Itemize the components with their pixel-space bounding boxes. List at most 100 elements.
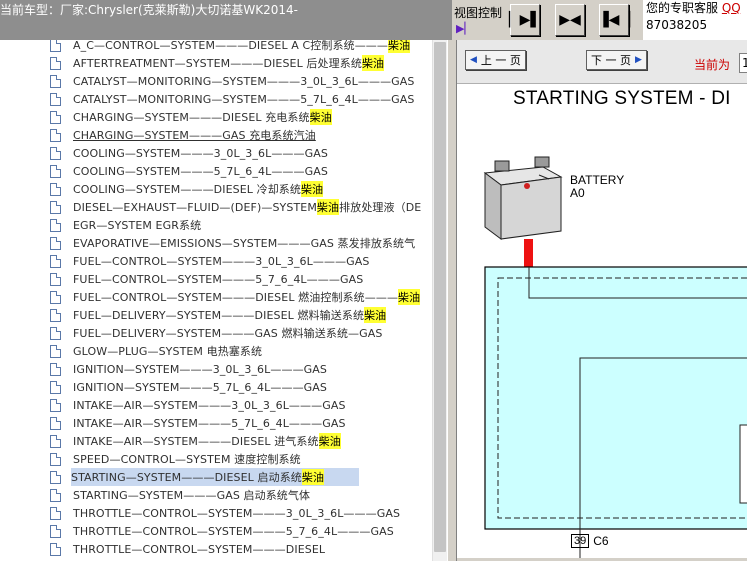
tree-item[interactable]: COOLING—SYSTEM———DIESEL 冷却系统 柴油	[50, 180, 432, 198]
tree-item[interactable]: EGR—SYSTEM EGR系统	[50, 216, 432, 234]
document-icon	[50, 290, 61, 304]
arrow-right-icon: ▶	[635, 55, 642, 65]
prev-page-label: 上 一 页	[480, 54, 521, 67]
connector-id: C6	[593, 534, 609, 548]
control-module-outline	[484, 266, 747, 530]
service-number: 87038205	[646, 18, 708, 32]
battery-icon	[483, 156, 563, 240]
fit-right-button[interactable]: ▏▶▌	[508, 4, 542, 36]
tree-item[interactable]: FUEL—CONTROL—SYSTEM———5_7_6_4L———GAS	[50, 270, 432, 288]
tree-item[interactable]: A_C—CONTROL—SYSTEM———DIESEL A C控制系统——— 柴油	[50, 40, 432, 54]
tree-item-label: GLOW—PLUG—SYSTEM 电热塞系统	[73, 345, 263, 358]
tree-item-label: IGNITION—SYSTEM———3_0L_3_6L———GAS	[73, 362, 328, 376]
document-icon	[50, 128, 61, 142]
document-icon	[50, 92, 61, 106]
system-tree: A_C—CONTROL—SYSTEM———DIESEL A C控制系统——— 柴油…	[0, 40, 432, 561]
battery-positive-wire	[524, 239, 533, 267]
tree-item[interactable]: INTAKE—AIR—SYSTEM———DIESEL 进气系统 柴油	[50, 432, 432, 450]
tree-item-highlight: 柴油	[388, 40, 411, 53]
view-control-label: 视图控制	[454, 6, 503, 20]
top-bar: 当前车型：厂家:Chrysler(克莱斯勒)大切诺基WK2014- 视图控制 ▶…	[0, 0, 747, 40]
tree-item-label-tail: 排放处理液（DE	[339, 201, 422, 214]
page-nav-bar: ◀ 上 一 页 下 一 页 ▶ 当前为 1	[457, 40, 747, 84]
tree-item[interactable]: EVAPORATIVE—EMISSIONS—SYSTEM———GAS 蒸发排放系…	[50, 234, 432, 252]
tree-item[interactable]: GLOW—PLUG—SYSTEM 电热塞系统	[50, 342, 432, 360]
tree-item[interactable]: CHARGING—SYSTEM———GAS 充电系统汽油	[50, 126, 432, 144]
tree-item-highlight: 柴油	[301, 181, 324, 197]
tree-item[interactable]: STARTING—SYSTEM———GAS 启动系统气体	[50, 486, 432, 504]
document-icon	[50, 380, 61, 394]
panel-splitter[interactable]	[447, 40, 457, 561]
document-icon	[50, 56, 61, 70]
document-icon	[50, 272, 61, 286]
arrow-left-icon: ◀	[470, 55, 477, 65]
tree-item[interactable]: CATALYST—MONITORING—SYSTEM———5_7L_6_4L——…	[50, 90, 432, 108]
tree-item-label: FUEL—CONTROL—SYSTEM———3_0L_3_6L———GAS	[73, 254, 370, 268]
tree-item[interactable]: THROTTLE—CONTROL—SYSTEM———3_0L_3_6L———GA…	[50, 504, 432, 522]
tree-item[interactable]: FUEL—DELIVERY—SYSTEM———GAS 燃料输送系统—GAS	[50, 324, 432, 342]
tree-item[interactable]: THROTTLE—CONTROL—SYSTEM———DIESEL	[50, 540, 432, 558]
tree-scrollbar-thumb[interactable]	[434, 42, 446, 552]
next-page-button[interactable]: 下 一 页 ▶	[586, 50, 647, 70]
tree-item[interactable]: INTAKE—AIR—SYSTEM———3_0L_3_6L———GAS	[50, 396, 432, 414]
tree-item-label: THROTTLE—CONTROL—SYSTEM———5_7_6_4L———GAS	[73, 524, 394, 538]
diagram-viewer: ◀ 上 一 页 下 一 页 ▶ 当前为 1 STARTING SYSTEM - …	[457, 40, 747, 561]
fit-both-icon: ▶◀	[559, 12, 581, 28]
document-icon	[50, 524, 61, 538]
tree-item-label: INTAKE—AIR—SYSTEM———5_7L_6_4L———GAS	[73, 416, 346, 430]
tree-item[interactable]: FUEL—CONTROL—SYSTEM———3_0L_3_6L———GAS	[50, 252, 432, 270]
tree-item[interactable]: CHARGING—SYSTEM———DIESEL 充电系统 柴油	[50, 108, 432, 126]
document-icon	[50, 200, 61, 214]
tree-item-label: STARTING—SYSTEM———DIESEL 启动系统	[71, 471, 302, 484]
tree-item[interactable]: THROTTLE—CONTROL—SYSTEM———5_7_6_4L———GAS	[50, 522, 432, 540]
tree-item[interactable]: FUEL—DELIVERY—SYSTEM———DIESEL 燃料输送系统 柴油	[50, 306, 432, 324]
tree-item[interactable]: IGNITION—SYSTEM———3_0L_3_6L———GAS	[50, 360, 432, 378]
document-icon	[50, 362, 61, 376]
diagram-title: STARTING SYSTEM - DI	[513, 88, 731, 109]
fit-both-button[interactable]: ▶◀	[555, 4, 585, 36]
tree-item[interactable]: FUEL—CONTROL—SYSTEM———DIESEL 燃油控制系统——— 柴油	[50, 288, 432, 306]
tree-item[interactable]: SPEED—CONTROL—SYSTEM 速度控制系统	[50, 450, 432, 468]
tree-item-highlight: 柴油	[316, 199, 340, 215]
next-page-label: 下 一 页	[591, 54, 631, 67]
view-control: 视图控制 ▶▏	[452, 0, 512, 40]
tree-item-highlight: 柴油	[309, 109, 332, 125]
document-icon	[50, 326, 61, 340]
tree-item[interactable]: CATALYST—MONITORING—SYSTEM———3_0L_3_6L——…	[50, 72, 432, 90]
document-icon	[50, 488, 61, 502]
fit-left-button[interactable]: ▐◀▕	[598, 4, 630, 36]
tree-item[interactable]: STARTING—SYSTEM———DIESEL 启动系统 柴油	[50, 468, 359, 486]
document-icon	[50, 416, 61, 430]
document-icon	[50, 308, 61, 322]
document-icon	[50, 542, 61, 556]
current-page-input[interactable]: 1	[739, 53, 747, 73]
tree-item[interactable]: COOLING—SYSTEM———5_7L_6_4L———GAS	[50, 162, 432, 180]
tree-item[interactable]: IGNITION—SYSTEM———5_7L_6_4L———GAS	[50, 378, 432, 396]
service-qq-link[interactable]: QQ	[722, 1, 741, 15]
tree-item[interactable]: AFTERTREATMENT—SYSTEM———DIESEL 后处理系统 柴油	[50, 54, 432, 72]
document-icon	[50, 146, 61, 160]
tree-scrollbar[interactable]	[432, 40, 447, 561]
tree-item-label: THROTTLE—CONTROL—SYSTEM———DIESEL	[73, 542, 326, 556]
tree-item[interactable]: COOLING—SYSTEM———3_0L_3_6L———GAS	[50, 144, 432, 162]
tree-item-label: FUEL—CONTROL—SYSTEM———5_7_6_4L———GAS	[73, 272, 364, 286]
document-icon	[50, 398, 61, 412]
tree-item-label: INTAKE—AIR—SYSTEM———3_0L_3_6L———GAS	[73, 398, 346, 412]
tree-item[interactable]: DIESEL—EXHAUST—FLUID—(DEF)—SYSTEM 柴油 排放处理…	[50, 198, 432, 216]
fit-right-icon: ▏▶▌	[508, 12, 542, 28]
tree-item-label: COOLING—SYSTEM———DIESEL 冷却系统	[73, 183, 301, 196]
prev-page-button[interactable]: ◀ 上 一 页	[465, 50, 526, 70]
tree-item-highlight: 柴油	[364, 307, 387, 323]
service-label: 您的专职客服	[646, 1, 719, 15]
document-icon	[50, 344, 61, 358]
battery-id: A0	[570, 186, 585, 200]
document-icon	[50, 452, 61, 466]
tree-item[interactable]: INTAKE—AIR—SYSTEM———5_7L_6_4L———GAS	[50, 414, 432, 432]
customer-service: 您的专职客服 QQ 87038205	[643, 0, 747, 40]
document-icon	[50, 218, 61, 232]
current-vehicle-title: 当前车型：厂家:Chrysler(克莱斯勒)大切诺基WK2014-	[0, 0, 452, 40]
tree-item-label: FUEL—DELIVERY—SYSTEM———DIESEL 燃料输送系统	[73, 309, 365, 322]
current-page-label: 当前为	[694, 58, 731, 72]
tree-item-label: THROTTLE—CONTROL—SYSTEM———3_0L_3_6L———GA…	[73, 506, 401, 520]
tree-item-highlight: 柴油	[318, 433, 341, 449]
